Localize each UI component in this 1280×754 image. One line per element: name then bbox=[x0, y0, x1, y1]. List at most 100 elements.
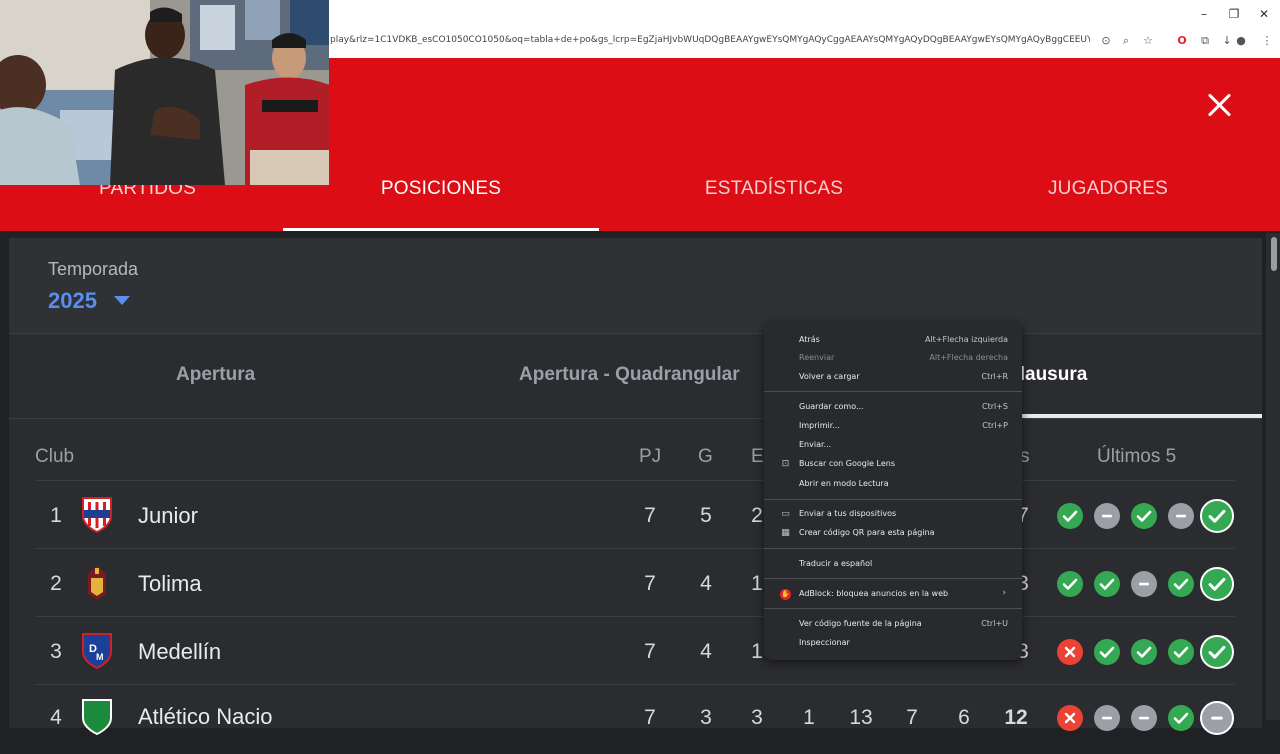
menu-item-translate[interactable]: Traducir a español bbox=[764, 555, 1022, 574]
team-name[interactable]: Junior bbox=[138, 503, 198, 529]
menu-item-inspect[interactable]: Inspeccionar bbox=[764, 634, 1022, 653]
scrollbar[interactable] bbox=[1266, 233, 1280, 720]
draw-dash-icon bbox=[1168, 503, 1194, 529]
season-selector[interactable] bbox=[9, 238, 1262, 334]
tab-jugadores[interactable]: JUGADORES bbox=[980, 178, 1236, 204]
scrollbar-thumb[interactable] bbox=[1271, 237, 1277, 271]
webcam-overlay bbox=[0, 0, 329, 185]
menu-item-shortcut: Ctrl+R bbox=[981, 372, 1009, 381]
menu-separator bbox=[764, 548, 1022, 549]
menu-item-save-as[interactable]: Guardar como... Ctrl+S bbox=[764, 398, 1022, 417]
tab-posiciones[interactable]: POSICIONES bbox=[283, 178, 599, 204]
active-tab-indicator bbox=[283, 228, 599, 231]
menu-item-print[interactable]: Imprimir... Ctrl+P bbox=[764, 417, 1022, 436]
menu-item-qr-code[interactable]: ▦ Crear código QR para esta página bbox=[764, 524, 1022, 543]
table-row[interactable]: 1 Junior 7 5 2 7 bbox=[0, 482, 1280, 550]
row-position: 4 bbox=[50, 706, 62, 729]
win-check-icon bbox=[1057, 503, 1083, 529]
stat-dg: 6 bbox=[958, 706, 970, 729]
extensions-icon[interactable]: ⧉ bbox=[1196, 32, 1214, 50]
tab-estadisticas[interactable]: ESTADÍSTICAS bbox=[640, 178, 908, 204]
menu-item-label: Enviar... bbox=[799, 440, 832, 449]
season-value[interactable]: 2025 bbox=[48, 288, 97, 314]
stat-pj: 7 bbox=[644, 706, 656, 729]
menu-item-reading-mode[interactable]: Abrir en modo Lectura bbox=[764, 475, 1022, 494]
menu-item-label: Atrás bbox=[799, 335, 820, 344]
win-check-icon bbox=[1200, 567, 1234, 601]
phase-tab-quadrangular[interactable]: Apertura - Quadrangular bbox=[519, 364, 740, 386]
restore-button[interactable]: ❐ bbox=[1219, 4, 1249, 24]
table-row[interactable]: 3 D M Medellín 7 4 1 3 bbox=[0, 618, 1280, 686]
divider bbox=[9, 418, 1262, 419]
menu-item-reload[interactable]: Volver a cargar Ctrl+R bbox=[764, 368, 1022, 387]
tolima-crest-icon bbox=[88, 566, 106, 600]
menu-icon[interactable]: ⋮ bbox=[1258, 32, 1276, 50]
star-icon[interactable]: ☆ bbox=[1139, 32, 1157, 50]
junior-crest-icon bbox=[82, 497, 112, 534]
chevron-right-icon: › bbox=[1002, 588, 1006, 598]
zoom-icon[interactable]: ⌕ bbox=[1117, 32, 1135, 50]
window-close-button[interactable]: ✕ bbox=[1249, 4, 1279, 24]
menu-item-label: Enviar a tus dispositivos bbox=[799, 509, 897, 518]
win-check-icon bbox=[1200, 635, 1234, 669]
menu-item-view-source[interactable]: Ver código fuente de la página Ctrl+U bbox=[764, 615, 1022, 634]
minimize-button[interactable]: – bbox=[1189, 4, 1219, 24]
webcam-video-image bbox=[0, 0, 329, 185]
win-check-icon bbox=[1168, 639, 1194, 665]
stat-e: 3 bbox=[751, 706, 763, 729]
menu-item-label: Traducir a español bbox=[799, 559, 873, 568]
divider bbox=[35, 616, 1235, 617]
menu-item-label: Ver código fuente de la página bbox=[799, 619, 922, 628]
menu-item-google-lens[interactable]: ⊡ Buscar con Google Lens bbox=[764, 455, 1022, 474]
menu-separator bbox=[764, 608, 1022, 609]
draw-dash-icon bbox=[1094, 705, 1120, 731]
draw-dash-icon bbox=[1131, 705, 1157, 731]
address-bar[interactable]: play&rlz=1C1VDKB_esCO1050CO1050&oq=tabla… bbox=[330, 30, 1280, 54]
menu-item-label: Guardar como... bbox=[799, 402, 864, 411]
profile-icon[interactable]: ● bbox=[1232, 32, 1250, 50]
menu-item-label: Reenviar bbox=[799, 353, 835, 362]
win-check-icon bbox=[1057, 571, 1083, 597]
menu-separator bbox=[764, 578, 1022, 579]
menu-item-back[interactable]: Atrás Alt+Flecha izquierda bbox=[764, 331, 1022, 350]
divider bbox=[35, 480, 1235, 481]
menu-item-send[interactable]: Enviar... bbox=[764, 436, 1022, 455]
win-check-icon bbox=[1094, 639, 1120, 665]
devices-icon: ▭ bbox=[781, 509, 790, 519]
menu-item-label: AdBlock: bloquea anuncios en la web bbox=[799, 589, 949, 598]
menu-item-shortcut: Alt+Flecha derecha bbox=[929, 353, 1008, 362]
stat-gf: 13 bbox=[849, 706, 873, 729]
win-check-icon bbox=[1131, 639, 1157, 665]
lens-icon: ⊡ bbox=[781, 459, 790, 469]
phase-tab-apertura[interactable]: Apertura bbox=[176, 364, 255, 386]
draw-dash-icon bbox=[1131, 571, 1157, 597]
menu-item-send-devices[interactable]: ▭ Enviar a tus dispositivos bbox=[764, 505, 1022, 524]
team-name[interactable]: Atlético Nacio bbox=[138, 704, 273, 730]
opera-icon[interactable]: O bbox=[1173, 32, 1191, 50]
menu-item-label: Abrir en modo Lectura bbox=[799, 479, 889, 488]
menu-item-label: Inspeccionar bbox=[799, 638, 850, 647]
table-row[interactable]: 2 Tolima 7 4 1 3 bbox=[0, 550, 1280, 618]
menu-item-label: Crear código QR para esta página bbox=[799, 528, 935, 537]
menu-item-label: Buscar con Google Lens bbox=[799, 459, 895, 468]
medellin-crest-icon: D M bbox=[82, 633, 112, 670]
close-icon[interactable] bbox=[1203, 90, 1237, 124]
row-position: 2 bbox=[50, 572, 62, 595]
chevron-down-icon[interactable] bbox=[114, 296, 130, 305]
url-text[interactable]: play&rlz=1C1VDKB_esCO1050CO1050&oq=tabla… bbox=[330, 35, 1090, 45]
location-icon[interactable]: ⊙ bbox=[1097, 32, 1115, 50]
header-last5: Últimos 5 bbox=[1097, 446, 1177, 467]
table-row[interactable]: 4 Atlético Nacio 7 3 3 1 13 7 6 12 bbox=[0, 686, 1280, 754]
row-position: 3 bbox=[50, 640, 62, 663]
team-name[interactable]: Tolima bbox=[138, 571, 202, 597]
team-name[interactable]: Medellín bbox=[138, 639, 221, 665]
draw-dash-icon bbox=[1200, 701, 1234, 735]
svg-text:M: M bbox=[96, 652, 104, 662]
menu-item-label: Imprimir... bbox=[799, 421, 840, 430]
win-check-icon bbox=[1094, 571, 1120, 597]
stat-pj: 7 bbox=[644, 640, 656, 663]
stat-g: 4 bbox=[700, 640, 712, 663]
adblock-icon: ✋ bbox=[780, 589, 791, 600]
menu-item-label: Volver a cargar bbox=[799, 372, 860, 381]
menu-item-adblock[interactable]: ✋ AdBlock: bloquea anuncios en la web › bbox=[764, 585, 1022, 604]
